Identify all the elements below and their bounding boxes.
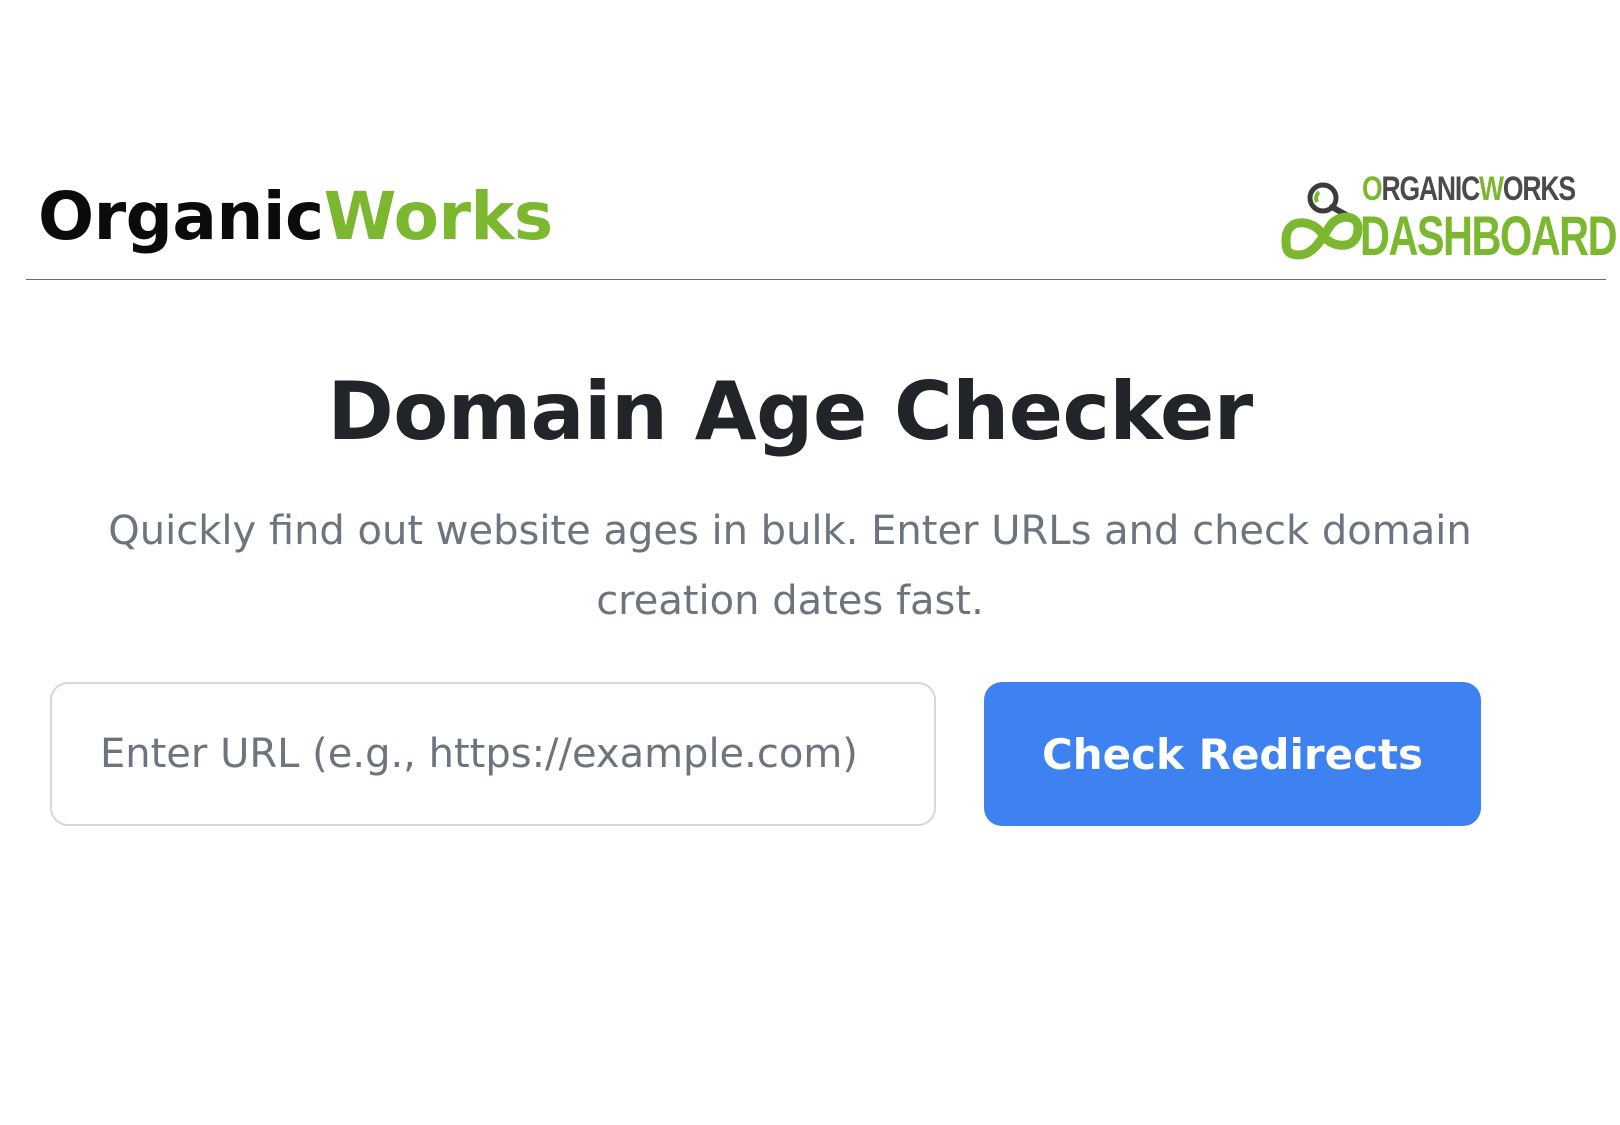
check-redirects-button[interactable]: Check Redirects <box>984 682 1481 826</box>
page: OrganicWorks ORGANICWORKS DASHBOARD Doma… <box>0 0 1620 1125</box>
page-title: Domain Age Checker <box>327 365 1253 458</box>
brand-name-works: Works <box>323 178 554 255</box>
dashboard-logo[interactable]: ORGANICWORKS DASHBOARD <box>1278 166 1618 266</box>
dashboard-emblem <box>1281 182 1363 260</box>
magnifier-icon <box>1307 182 1351 219</box>
page-subtitle: Quickly find out website ages in bulk. E… <box>108 508 1472 624</box>
brand-name-organic: Organic <box>38 178 324 255</box>
brand-logo[interactable]: OrganicWorks <box>38 184 553 250</box>
site-header: OrganicWorks ORGANICWORKS DASHBOARD <box>26 160 1618 280</box>
url-input[interactable] <box>50 682 936 826</box>
infinity-icon <box>1281 212 1363 260</box>
dashboard-logo-bottom: DASHBOARD <box>1360 204 1618 267</box>
dashboard-logo-top: ORGANICWORKS <box>1362 170 1576 208</box>
